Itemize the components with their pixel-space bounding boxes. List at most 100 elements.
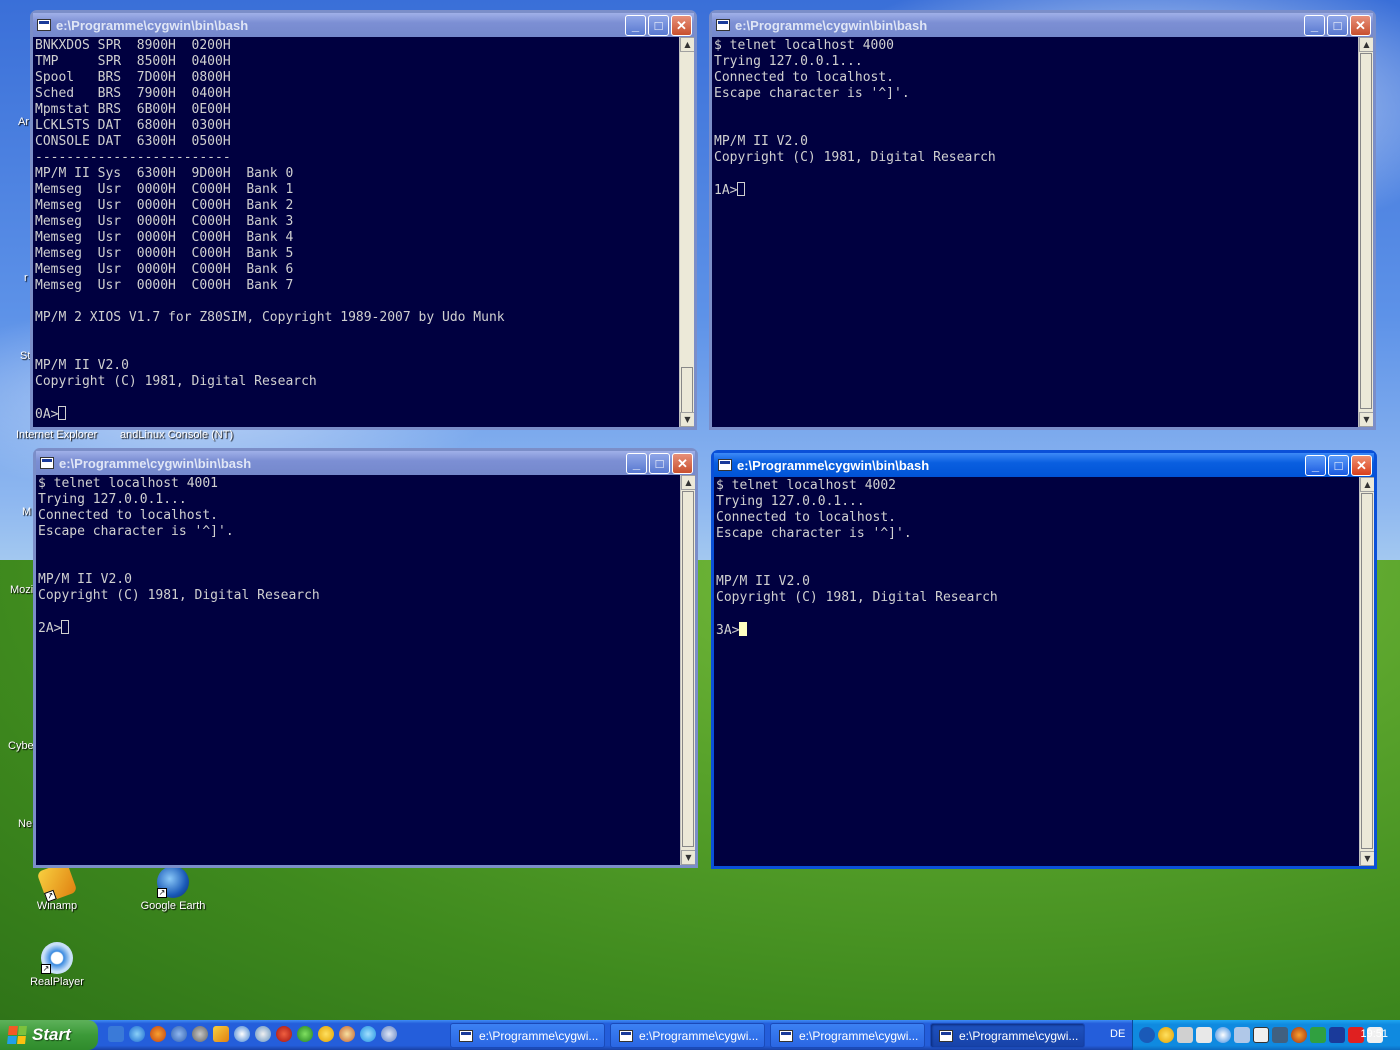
- desktop-edge-label[interactable]: St: [20, 350, 30, 362]
- terminal-window-0[interactable]: e:\Programme\cygwin\bin\bash _ □ ✕ BNKXD…: [30, 10, 697, 430]
- terminal-line: Memseg Usr 0000H C000H Bank 2: [35, 198, 294, 213]
- desktop-edge-label[interactable]: r: [24, 272, 28, 284]
- maximize-button[interactable]: □: [1327, 15, 1348, 36]
- terminal-output: BNKXDOS SPR 8900H 0200H TMP SPR 8500H 04…: [35, 37, 677, 427]
- close-button[interactable]: ✕: [671, 15, 692, 36]
- terminal-line: MP/M II V2.0: [714, 134, 808, 149]
- command-prompt: 3A>: [716, 623, 740, 638]
- maximize-button[interactable]: □: [649, 453, 670, 474]
- volume-tray-icon[interactable]: [1234, 1027, 1250, 1043]
- skype-icon[interactable]: [360, 1026, 376, 1042]
- terminal-output: $ telnet localhost 4002 Trying 127.0.0.1…: [716, 477, 1357, 866]
- display-tray-icon[interactable]: [1329, 1027, 1345, 1043]
- start-button[interactable]: Start: [0, 1020, 98, 1050]
- scrollbar-thumb[interactable]: [1360, 53, 1372, 409]
- desktop-icon-winamp[interactable]: ↗ Winamp: [2, 861, 112, 912]
- network-tray-icon[interactable]: [1177, 1027, 1193, 1043]
- desktop-edge-label[interactable]: Ar: [18, 116, 29, 128]
- terminal-line: CONSOLE DAT 6300H 0500H: [35, 134, 231, 149]
- window-title: e:\Programme\cygwin\bin\bash: [59, 455, 252, 471]
- task-label: e:\Programme\cygwi...: [959, 1028, 1079, 1043]
- scroll-down-arrow[interactable]: ▼: [1360, 851, 1374, 866]
- outlook-icon[interactable]: [108, 1026, 124, 1042]
- firewall-tray-icon[interactable]: [1291, 1027, 1307, 1043]
- desktop-icon-label-internet-explorer[interactable]: Internet Explorer: [16, 429, 97, 441]
- taskbar-task-button[interactable]: e:\Programme\cygwi...: [450, 1023, 605, 1048]
- scrollbar-thumb[interactable]: [682, 491, 694, 847]
- skype-tray-icon[interactable]: [1253, 1027, 1269, 1043]
- media-icon[interactable]: [234, 1026, 250, 1042]
- desktop-edge-label[interactable]: Mozi: [10, 584, 33, 596]
- shortcut-icon[interactable]: [381, 1026, 397, 1042]
- close-button[interactable]: ✕: [1351, 455, 1372, 476]
- tray-arrow-icon[interactable]: [1139, 1027, 1155, 1043]
- ie-icon[interactable]: [129, 1026, 145, 1042]
- terminal-line: Copyright (C) 1981, Digital Research: [35, 374, 317, 389]
- tool-icon[interactable]: [339, 1026, 355, 1042]
- scrollbar-thumb[interactable]: [1361, 493, 1373, 849]
- scroll-up-arrow[interactable]: ▲: [680, 37, 694, 52]
- messenger-icon[interactable]: [318, 1026, 334, 1042]
- firefox-icon[interactable]: [150, 1026, 166, 1042]
- vertical-scrollbar[interactable]: ▲ ▼: [679, 37, 694, 427]
- terminal-line: MP/M 2 XIOS V1.7 for Z80SIM, Copyright 1…: [35, 310, 505, 325]
- window-titlebar[interactable]: e:\Programme\cygwin\bin\bash _ □ ✕: [33, 13, 694, 37]
- clock[interactable]: 19:51: [1360, 1028, 1388, 1040]
- winamp-icon[interactable]: [213, 1026, 229, 1042]
- security-tray-icon[interactable]: [1272, 1027, 1288, 1043]
- opera-icon[interactable]: [276, 1026, 292, 1042]
- thunderbird-icon[interactable]: [171, 1026, 187, 1042]
- window-titlebar[interactable]: e:\Programme\cygwin\bin\bash _ □ ✕: [712, 13, 1373, 37]
- maximize-button[interactable]: □: [1328, 455, 1349, 476]
- terminal-window-1[interactable]: e:\Programme\cygwin\bin\bash _ □ ✕ $ tel…: [709, 10, 1376, 430]
- scroll-down-arrow[interactable]: ▼: [680, 412, 694, 427]
- scroll-down-arrow[interactable]: ▼: [681, 850, 695, 865]
- maximize-button[interactable]: □: [648, 15, 669, 36]
- minimize-button[interactable]: _: [1304, 15, 1325, 36]
- realplayer-tray-icon[interactable]: [1215, 1027, 1231, 1043]
- language-indicator[interactable]: DE: [1110, 1028, 1125, 1040]
- chat-icon[interactable]: [255, 1026, 271, 1042]
- misc-icon[interactable]: [192, 1026, 208, 1042]
- terminal-line: Memseg Usr 0000H C000H Bank 1: [35, 182, 294, 197]
- close-button[interactable]: ✕: [1350, 15, 1371, 36]
- vertical-scrollbar[interactable]: ▲ ▼: [680, 475, 695, 865]
- icq-icon[interactable]: [297, 1026, 313, 1042]
- desktop-icon-realplayer[interactable]: ↗ RealPlayer: [2, 942, 112, 988]
- vertical-scrollbar[interactable]: ▲ ▼: [1358, 37, 1373, 427]
- desktop-icon-google-earth[interactable]: ↗ Google Earth: [118, 866, 228, 912]
- terminal-area[interactable]: $ telnet localhost 4002 Trying 127.0.0.1…: [714, 477, 1374, 866]
- wireless-tray-icon[interactable]: [1310, 1027, 1326, 1043]
- window-titlebar[interactable]: e:\Programme\cygwin\bin\bash _ □ ✕: [36, 451, 695, 475]
- taskbar-task-button[interactable]: e:\Programme\cygwi...: [610, 1023, 765, 1048]
- minimize-button[interactable]: _: [1305, 455, 1326, 476]
- terminal-line: Memseg Usr 0000H C000H Bank 3: [35, 214, 294, 229]
- terminal-area[interactable]: $ telnet localhost 4000 Trying 127.0.0.1…: [712, 37, 1373, 427]
- window-titlebar[interactable]: e:\Programme\cygwin\bin\bash _ □ ✕: [714, 453, 1374, 477]
- scroll-up-arrow[interactable]: ▲: [1359, 37, 1373, 52]
- taskbar-task-button[interactable]: e:\Programme\cygwi...: [770, 1023, 925, 1048]
- google-earth-icon: ↗: [157, 866, 189, 898]
- scroll-down-arrow[interactable]: ▼: [1359, 412, 1373, 427]
- terminal-area[interactable]: BNKXDOS SPR 8900H 0200H TMP SPR 8500H 04…: [33, 37, 694, 427]
- task-label: e:\Programme\cygwi...: [799, 1028, 919, 1043]
- terminal-line: Connected to localhost.: [714, 70, 895, 85]
- close-button[interactable]: ✕: [672, 453, 693, 474]
- messenger-tray-icon[interactable]: [1158, 1027, 1174, 1043]
- terminal-line: Copyright (C) 1981, Digital Research: [38, 588, 320, 603]
- vertical-scrollbar[interactable]: ▲ ▼: [1359, 477, 1374, 866]
- terminal-line: Memseg Usr 0000H C000H Bank 4: [35, 230, 294, 245]
- terminal-window-3[interactable]: e:\Programme\cygwin\bin\bash _ □ ✕ $ tel…: [711, 450, 1377, 869]
- taskbar-task-button-active[interactable]: e:\Programme\cygwi...: [930, 1023, 1085, 1048]
- desktop-edge-label[interactable]: Cybe: [8, 740, 34, 752]
- minimize-button[interactable]: _: [625, 15, 646, 36]
- scroll-up-arrow[interactable]: ▲: [1360, 477, 1374, 492]
- terminal-window-2[interactable]: e:\Programme\cygwin\bin\bash _ □ ✕ $ tel…: [33, 448, 698, 868]
- terminal-area[interactable]: $ telnet localhost 4001 Trying 127.0.0.1…: [36, 475, 695, 865]
- desktop-edge-label[interactable]: M: [22, 506, 31, 518]
- tool-tray-icon[interactable]: [1196, 1027, 1212, 1043]
- desktop-edge-label[interactable]: Ne: [18, 818, 32, 830]
- desktop-icon-label-andlinux[interactable]: andLinux Console (NT): [120, 429, 233, 441]
- minimize-button[interactable]: _: [626, 453, 647, 474]
- scroll-up-arrow[interactable]: ▲: [681, 475, 695, 490]
